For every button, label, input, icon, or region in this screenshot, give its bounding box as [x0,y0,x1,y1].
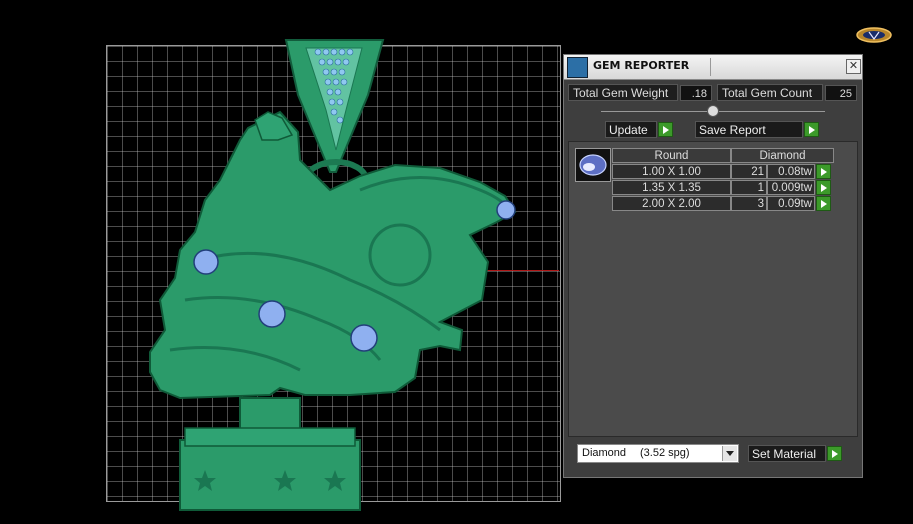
table-row-size: 1.00 X 1.00 [612,164,731,179]
set-material-play-arrow-icon[interactable] [827,446,842,461]
row-play-arrow-icon[interactable] [816,164,831,179]
dropdown-arrow-icon[interactable] [722,446,737,461]
table-row-count: 21 [731,164,767,179]
total-gem-weight-label: Total Gem Weight [568,84,678,101]
save-report-play-arrow-icon[interactable] [804,122,819,137]
logo-icon [856,27,892,43]
save-report-button[interactable]: Save Report [695,121,803,138]
slider-thumb[interactable] [707,105,719,117]
panel-titlebar[interactable]: GEM REPORTER ✕ [564,55,862,80]
total-gem-count-value: 25 [825,85,857,101]
close-icon[interactable]: ✕ [846,59,861,74]
gem-reporter-panel: GEM REPORTER ✕ Total Gem Weight .18 Tota… [563,54,863,478]
app-icon [567,57,588,78]
total-gem-weight-value: .18 [680,85,712,101]
table-row-size: 1.35 X 1.35 [612,180,731,195]
material-name: Diamond [582,447,627,459]
update-play-arrow-icon[interactable] [658,122,673,137]
table-row-weight: 0.09tw [767,196,815,211]
total-gem-count-label: Total Gem Count [717,84,823,101]
shape-header: Round [612,148,731,163]
material-header: Diamond [731,148,834,163]
material-select[interactable]: Diamond (3.52 spg) [577,444,739,463]
gem-list-area: Round Diamond 1.00 X 1.00 21 0.08tw 1.35… [568,141,858,437]
title-separator [710,58,711,76]
table-row-weight: 0.08tw [767,164,815,179]
row-play-arrow-icon[interactable] [816,180,831,195]
table-row-count: 1 [731,180,767,195]
set-material-button[interactable]: Set Material [748,445,826,462]
row-play-arrow-icon[interactable] [816,196,831,211]
gem-thumbnail-icon [575,148,611,182]
table-row-weight: 0.009tw [767,180,815,195]
table-row-count: 3 [731,196,767,211]
material-spg: (3.52 spg) [640,447,690,459]
update-button[interactable]: Update [605,121,657,138]
panel-title: GEM REPORTER [593,59,690,72]
table-row-size: 2.00 X 2.00 [612,196,731,211]
